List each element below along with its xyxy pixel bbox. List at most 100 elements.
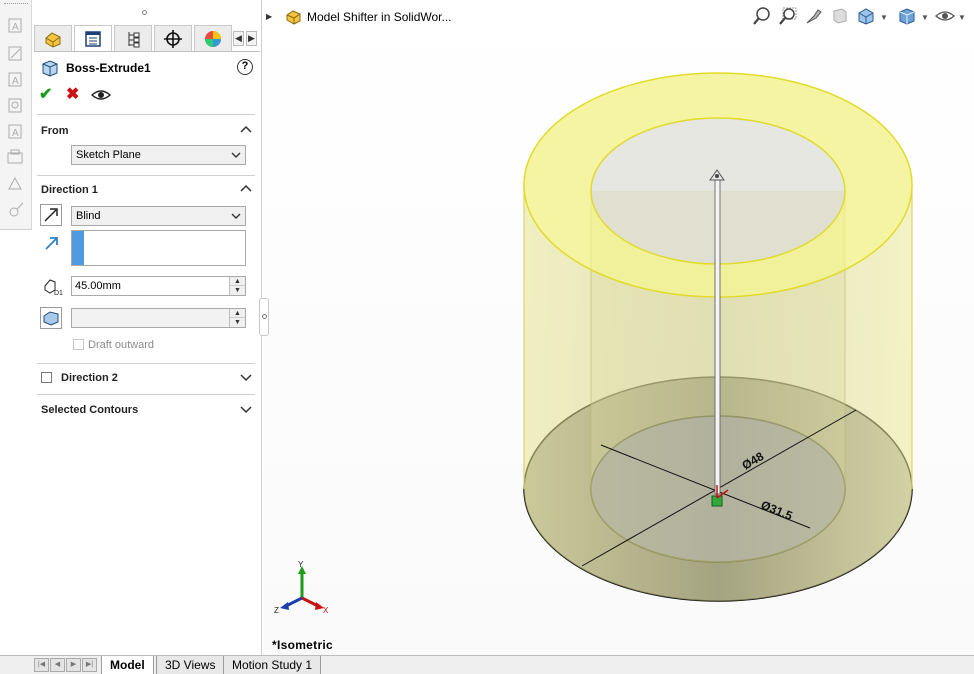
- from-section-header[interactable]: From: [41, 123, 253, 141]
- from-value: Sketch Plane: [76, 149, 141, 161]
- end-condition-select[interactable]: Blind: [71, 206, 246, 226]
- action-buttons: ✔ ✖: [39, 86, 139, 106]
- auto-balloon-icon[interactable]: A: [6, 122, 26, 142]
- annotation-icon[interactable]: A: [6, 16, 26, 36]
- tab-dimxpert[interactable]: [154, 25, 192, 51]
- direction-of-extrusion-icon: [45, 237, 58, 250]
- draft-outward-checkbox[interactable]: [73, 339, 84, 350]
- panel-splitter-handle[interactable]: [259, 298, 269, 336]
- model-name[interactable]: Model Shifter in SolidWor...: [307, 10, 452, 24]
- dimxpert-icon: [164, 29, 182, 48]
- model-viewport[interactable]: Ø48 Ø31.5 Y X Z: [263, 0, 974, 655]
- hide-show-items-icon[interactable]: [935, 6, 955, 26]
- property-manager-panel: ◀ ▶ Boss-Extrude1 ? ✔ ✖ From Sketch Plan…: [33, 0, 262, 655]
- graphics-area[interactable]: Ø48 Ø31.5 Y X Z: [263, 0, 974, 655]
- chevron-down-icon[interactable]: [239, 370, 253, 384]
- triad-z-label: Z: [274, 606, 279, 615]
- smart-dimension-icon[interactable]: [6, 44, 26, 64]
- next-tab-button[interactable]: ▶: [66, 658, 81, 672]
- help-icon[interactable]: ?: [237, 59, 253, 75]
- property-manager-icon: [85, 30, 101, 47]
- reference-triad: Y X Z: [274, 560, 329, 615]
- draft-icon: [43, 311, 59, 326]
- tab-motion-study-1[interactable]: Motion Study 1: [223, 656, 322, 674]
- tab-property-manager[interactable]: [74, 25, 112, 51]
- draft-toggle-button[interactable]: [40, 307, 62, 329]
- draft-outward-label: Draft outward: [88, 339, 155, 351]
- flyout-tree-expand-arrow[interactable]: ▶: [266, 12, 272, 21]
- depth-icon: D1: [44, 279, 63, 296]
- chevron-down-icon: [231, 213, 241, 219]
- direction1-section-header[interactable]: Direction 1: [41, 182, 253, 200]
- from-start-condition-select[interactable]: Sketch Plane: [71, 145, 246, 165]
- detailed-preview-eye-icon[interactable]: [91, 87, 111, 103]
- end-condition-value: Blind: [76, 210, 101, 222]
- toolbar-grip[interactable]: [4, 3, 28, 7]
- direction2-section-header[interactable]: Direction 2: [61, 370, 253, 388]
- last-tab-button[interactable]: ▶|: [82, 658, 97, 672]
- part-icon: [286, 10, 301, 25]
- tab-feature-manager[interactable]: [34, 25, 72, 51]
- chevron-up-icon[interactable]: [239, 123, 253, 137]
- previous-view-icon[interactable]: [804, 6, 824, 26]
- direction2-label: Direction 2: [61, 372, 118, 384]
- direction-of-extrusion-selection-box[interactable]: [71, 230, 246, 266]
- boss-extrude-icon: [42, 60, 58, 77]
- direction1-label: Direction 1: [41, 184, 98, 196]
- surface-finish-icon[interactable]: [6, 148, 26, 168]
- depth-value: 45.00mm: [75, 280, 121, 292]
- draft-angle-spinner[interactable]: ▲ ▼: [229, 309, 245, 327]
- tabs-scroll-left[interactable]: ◀: [233, 31, 244, 46]
- direction2-checkbox[interactable]: [41, 372, 52, 383]
- view-orientation-icon[interactable]: [856, 6, 876, 26]
- section-view-icon[interactable]: [830, 6, 850, 26]
- chevron-down-icon[interactable]: ▼: [921, 13, 929, 22]
- first-tab-button[interactable]: |◀: [34, 658, 49, 672]
- view-orientation-label: *Isometric: [272, 638, 334, 652]
- tabs-scroll-right[interactable]: ▶: [246, 31, 257, 46]
- chevron-down-icon[interactable]: ▼: [880, 13, 888, 22]
- note-icon[interactable]: A: [6, 70, 26, 90]
- command-toolbar: A A A: [0, 0, 32, 230]
- svg-text:D1: D1: [54, 290, 63, 296]
- tab-configuration-manager[interactable]: [114, 25, 152, 51]
- tab-3d-views[interactable]: 3D Views: [156, 656, 225, 674]
- chevron-down-icon[interactable]: [239, 402, 253, 416]
- cancel-button[interactable]: ✖: [66, 86, 79, 104]
- selected-contours-section-header[interactable]: Selected Contours: [41, 402, 253, 420]
- feature-title: Boss-Extrude1: [66, 61, 151, 75]
- manager-tabs: ◀ ▶: [34, 25, 260, 52]
- svg-text:A: A: [12, 128, 19, 139]
- svg-text:A: A: [12, 76, 19, 87]
- depth-input[interactable]: 45.00mm ▲ ▼: [71, 276, 246, 296]
- zoom-to-fit-icon[interactable]: [752, 6, 772, 26]
- feature-manager-icon: [45, 31, 61, 48]
- selection-box-accent: [72, 231, 84, 265]
- from-label: From: [41, 125, 69, 137]
- depth-spinner[interactable]: ▲ ▼: [229, 277, 245, 295]
- chevron-up-icon[interactable]: [239, 182, 253, 196]
- depth-drag-handle[interactable]: [714, 179, 721, 495]
- hole-callout-icon[interactable]: [6, 200, 26, 220]
- bottom-tab-bar: |◀ ◀ ▶ ▶| Model 3D Views Motion Study 1: [0, 655, 974, 674]
- display-style-icon[interactable]: [897, 6, 917, 26]
- reverse-direction-icon: [44, 208, 58, 222]
- draft-angle-input[interactable]: ▲ ▼: [71, 308, 246, 328]
- balloon-icon[interactable]: [6, 96, 26, 116]
- previous-tab-button[interactable]: ◀: [50, 658, 65, 672]
- tab-display-manager[interactable]: [194, 25, 232, 51]
- chevron-down-icon: [231, 152, 241, 158]
- tab-model[interactable]: Model: [101, 656, 154, 674]
- weld-symbol-icon[interactable]: [6, 174, 26, 194]
- ok-button[interactable]: ✔: [39, 86, 52, 104]
- reverse-direction-button[interactable]: [40, 204, 62, 226]
- chevron-down-icon[interactable]: ▼: [958, 13, 966, 22]
- triad-y-label: Y: [298, 560, 304, 569]
- selected-contours-label: Selected Contours: [41, 404, 139, 416]
- zoom-to-area-icon[interactable]: [778, 6, 798, 26]
- feature-header: Boss-Extrude1 ?: [39, 57, 257, 79]
- svg-text:A: A: [12, 22, 19, 33]
- display-manager-icon: [205, 30, 221, 47]
- triad-x-label: X: [323, 606, 329, 615]
- panel-grip: [33, 0, 261, 24]
